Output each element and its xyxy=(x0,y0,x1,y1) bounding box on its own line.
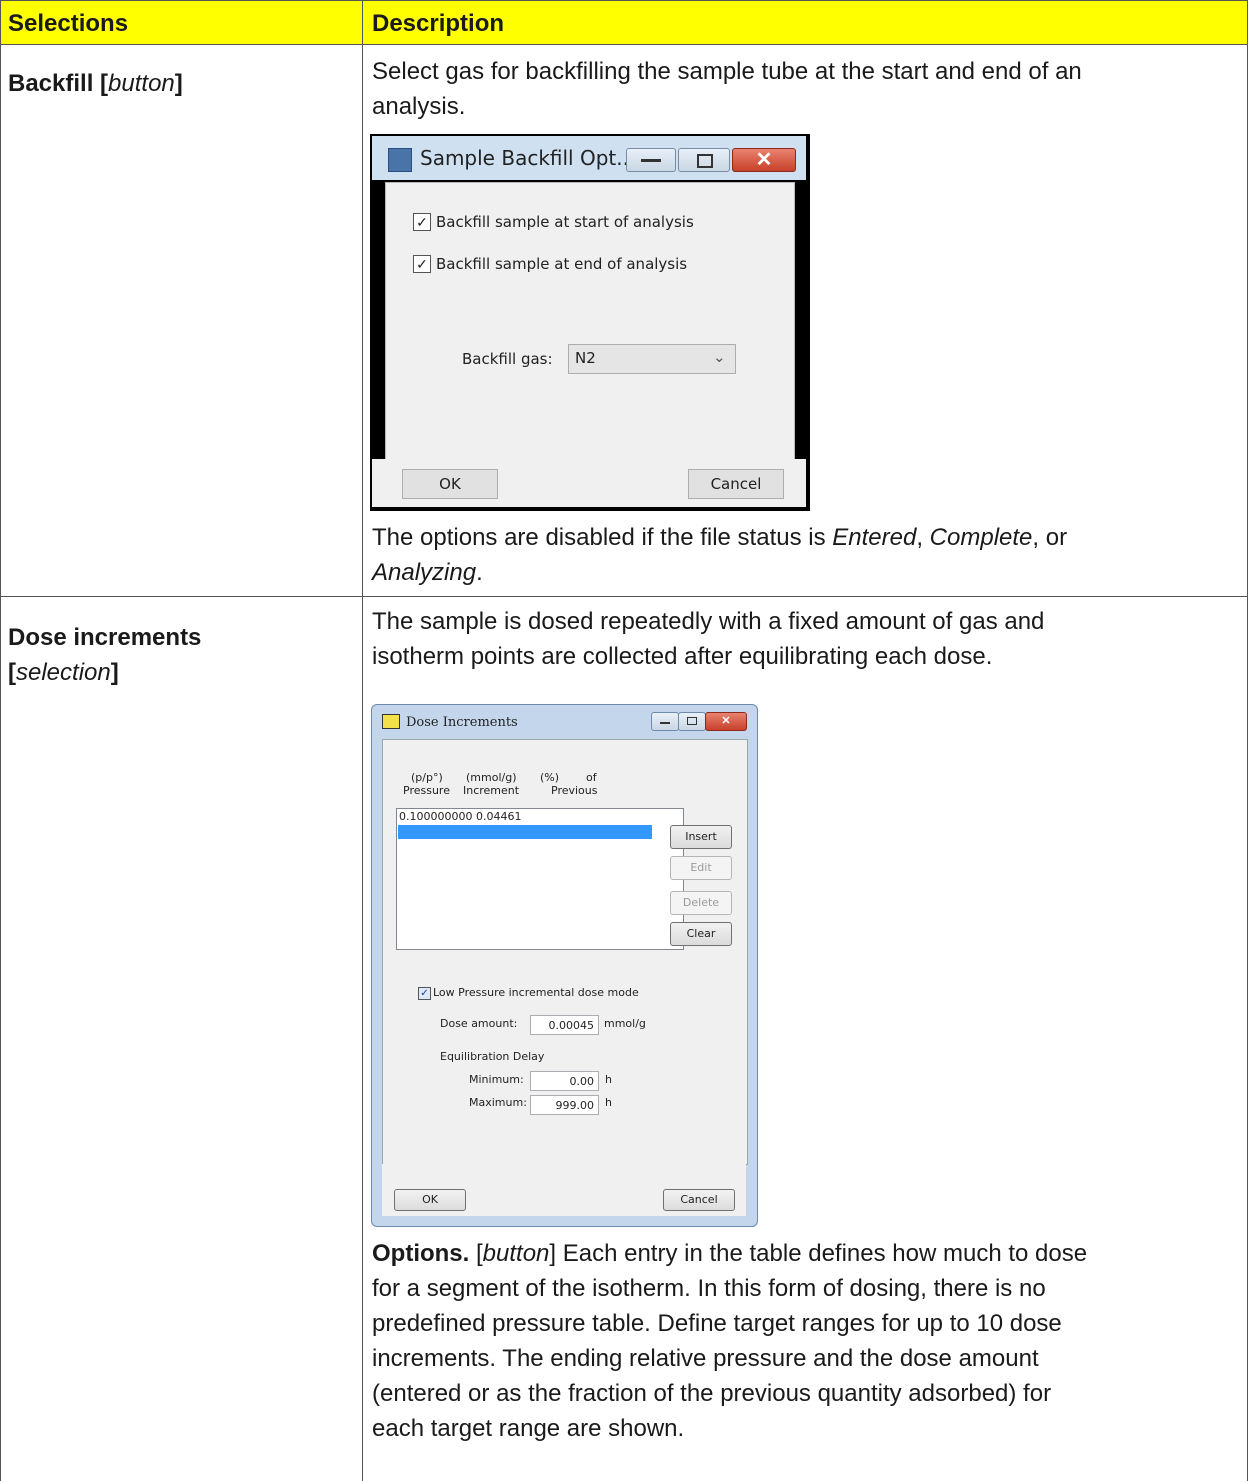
backfill-note-line2: Analyzing. xyxy=(372,559,483,586)
dialog-titlebar: Sample Backfill Opt... ✕ xyxy=(372,136,806,180)
dose-amount-unit: mmol/g xyxy=(604,1017,646,1030)
app-icon xyxy=(388,148,412,172)
clear-button[interactable]: Clear xyxy=(670,922,732,946)
dose-desc-line2: isotherm points are collected after equi… xyxy=(372,643,993,670)
list-item[interactable]: 0.100000000 0.04461 xyxy=(399,810,521,823)
options-line2: for a segment of the isotherm. In this f… xyxy=(372,1275,1046,1302)
close-icon[interactable]: ✕ xyxy=(732,148,796,172)
maximum-unit: h xyxy=(605,1096,612,1109)
maximum-input[interactable]: 999.00 xyxy=(530,1095,599,1115)
maximize-icon[interactable] xyxy=(678,148,730,172)
col-increment-unit: (mmol/g) xyxy=(466,771,517,784)
selection-dose-type: [selection] xyxy=(8,659,119,686)
col-pressure-unit: (p/p°) xyxy=(411,771,443,784)
col-pressure: Pressure xyxy=(403,784,450,797)
col-increment: Increment xyxy=(463,784,520,797)
col-previous: Previous xyxy=(551,784,598,797)
maximize-icon[interactable] xyxy=(678,712,706,731)
dose-list[interactable]: 0.100000000 0.04461 xyxy=(396,808,684,950)
equilibration-delay-label: Equilibration Delay xyxy=(440,1050,545,1063)
dose-desc-line1: The sample is dosed repeatedly with a fi… xyxy=(372,608,1045,635)
chevron-down-icon: ⌄ xyxy=(713,348,726,366)
dose-increments-dialog: Dose Increments ✕ (p/p°) Pressure (mmol/… xyxy=(371,704,758,1227)
dialog-title: Sample Backfill Opt... xyxy=(420,146,636,170)
check-end-checkbox[interactable]: ✓ xyxy=(413,255,431,273)
selection-dose-increments: Dose increments xyxy=(8,624,202,651)
app-icon xyxy=(382,714,400,729)
ok-button[interactable]: OK xyxy=(402,469,498,499)
ok-button[interactable]: OK xyxy=(394,1189,466,1211)
minimum-input[interactable]: 0.00 xyxy=(530,1071,599,1091)
low-pressure-label: Low Pressure incremental dose mode xyxy=(433,986,639,999)
options-line1: Options. [button] Each entry in the tabl… xyxy=(372,1240,1088,1267)
check-start-checkbox[interactable]: ✓ xyxy=(413,213,431,231)
dose-amount-input[interactable]: 0.00045 xyxy=(530,1015,599,1035)
sample-backfill-dialog: Sample Backfill Opt... ✕ ✓ Backfill samp… xyxy=(370,134,810,511)
dialog-body: ✓ Backfill sample at start of analysis ✓… xyxy=(385,182,795,460)
col-of: of xyxy=(586,771,597,784)
table-header: Selections Description xyxy=(0,0,1248,44)
options-line5: (entered or as the fraction of the previ… xyxy=(372,1380,1052,1407)
selections-table: Selections Description Backfill [button]… xyxy=(0,0,1248,1481)
header-selections: Selections xyxy=(8,10,129,37)
minimize-icon[interactable] xyxy=(651,712,679,731)
col-percent-unit: (%) xyxy=(540,771,560,784)
edit-button[interactable]: Edit xyxy=(670,856,732,880)
header-description: Description xyxy=(372,10,505,37)
cancel-button[interactable]: Cancel xyxy=(663,1189,735,1211)
insert-button[interactable]: Insert xyxy=(670,825,732,849)
minimum-label: Minimum: xyxy=(469,1073,524,1086)
minimize-icon[interactable] xyxy=(626,148,676,172)
minimum-unit: h xyxy=(605,1073,612,1086)
backfill-desc-line1: Select gas for backfilling the sample tu… xyxy=(372,58,1082,85)
close-icon[interactable]: ✕ xyxy=(705,712,747,731)
backfill-desc-line2: analysis. xyxy=(372,93,466,120)
options-line3: predefined pressure table. Define target… xyxy=(372,1310,1062,1337)
dialog-body: (p/p°) Pressure (mmol/g) Increment (%) o… xyxy=(382,739,748,1165)
options-line6: each target range are shown. xyxy=(372,1415,685,1442)
dialog-footer: OK Cancel xyxy=(382,1164,746,1216)
options-line4: increments. The ending relative pressure… xyxy=(372,1345,1039,1372)
low-pressure-checkbox[interactable]: ✓ xyxy=(418,987,431,1000)
delete-button[interactable]: Delete xyxy=(670,891,732,915)
dialog-title: Dose Increments xyxy=(406,715,518,730)
check-end-label: Backfill sample at end of analysis xyxy=(436,255,688,273)
dialog-footer: OK Cancel xyxy=(372,459,806,507)
backfill-gas-select[interactable]: N2 ⌄ xyxy=(568,344,736,374)
maximum-label: Maximum: xyxy=(469,1096,527,1109)
dose-amount-label: Dose amount: xyxy=(440,1017,518,1030)
selected-list-row[interactable] xyxy=(398,825,652,839)
check-start-label: Backfill sample at start of analysis xyxy=(436,213,694,231)
cancel-button[interactable]: Cancel xyxy=(688,469,784,499)
backfill-gas-label: Backfill gas: xyxy=(462,350,553,368)
backfill-note-line1: The options are disabled if the file sta… xyxy=(372,524,1068,551)
selection-backfill: Backfill [button] xyxy=(8,70,183,97)
